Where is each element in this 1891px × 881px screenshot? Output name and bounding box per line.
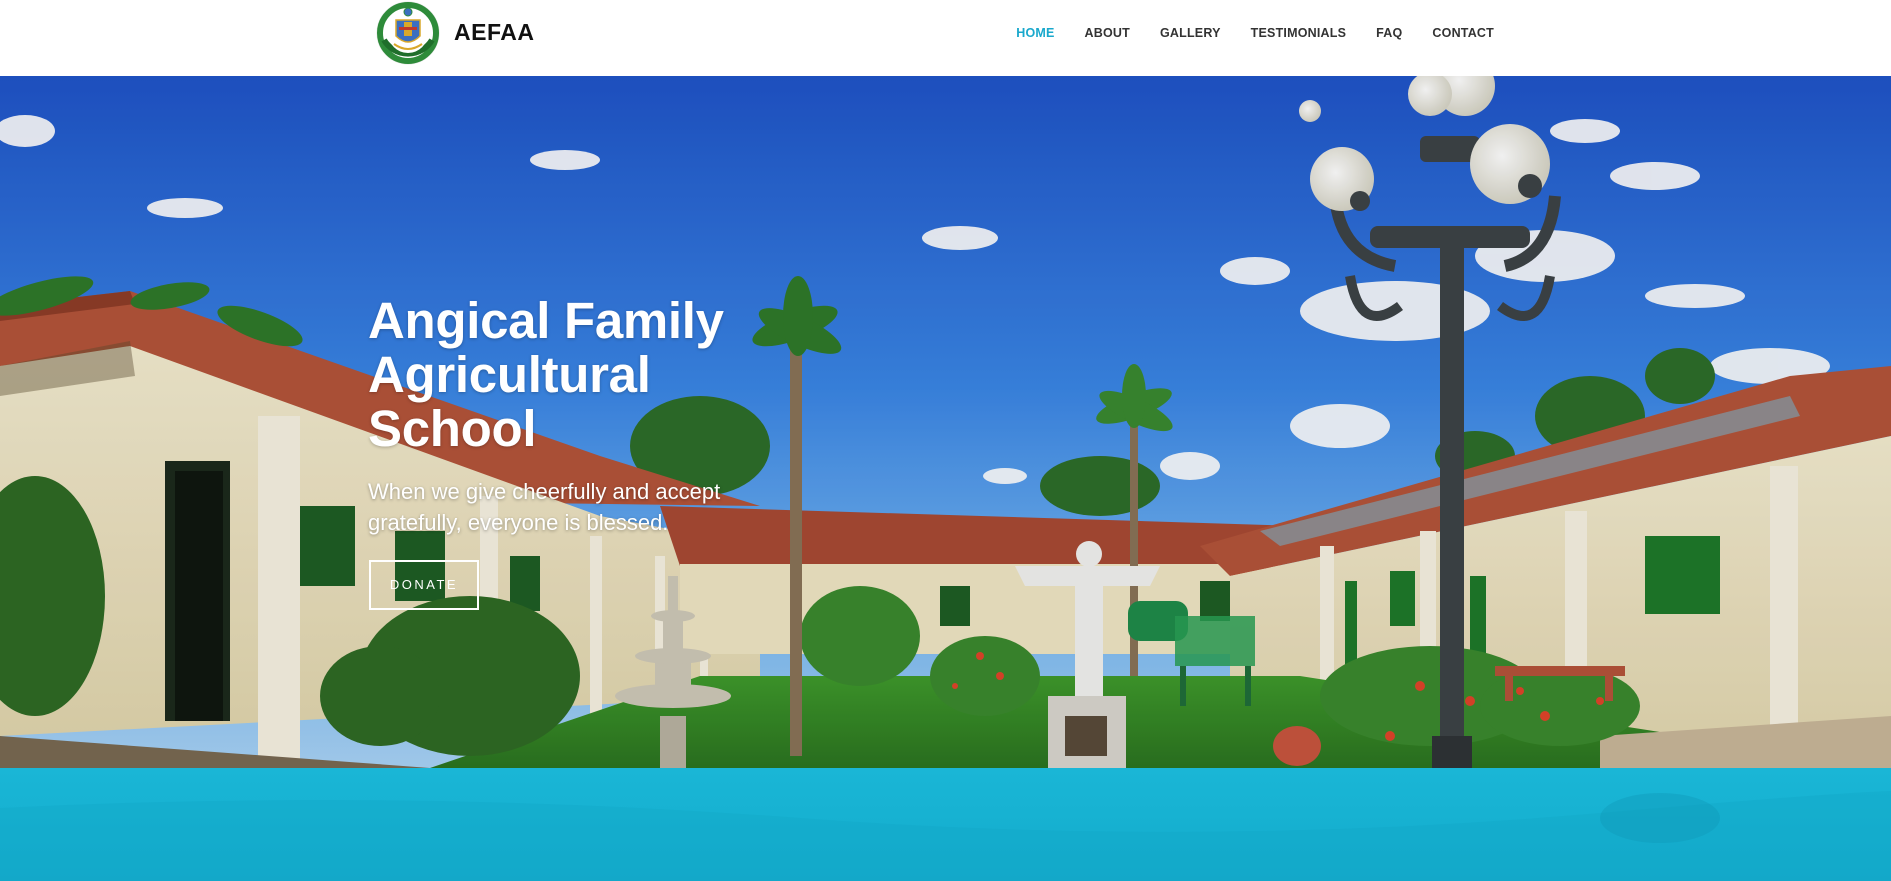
school-crest-logo-icon <box>376 1 440 65</box>
hero-section: Angical Family Agricultural School When … <box>0 76 1891 768</box>
hero-title-line-3: School <box>368 400 537 457</box>
brand-link[interactable]: AEFAA <box>374 0 534 66</box>
teal-section <box>0 768 1891 881</box>
main-nav: HOME ABOUT GALLERY TESTIMONIALS FAQ CONT… <box>986 26 1494 40</box>
hero-title-line-1: Angical Family <box>368 292 724 349</box>
nav-about[interactable]: ABOUT <box>1055 26 1130 40</box>
hero-title: Angical Family Agricultural School <box>368 294 788 456</box>
donate-button[interactable]: DONATE <box>369 560 479 610</box>
teal-background-pattern <box>0 790 1891 881</box>
nav-contact[interactable]: CONTACT <box>1402 26 1494 40</box>
brand-name: AEFAA <box>454 18 535 45</box>
school-courtyard-photo <box>0 76 1891 768</box>
nav-gallery[interactable]: GALLERY <box>1130 26 1221 40</box>
hero-content: Angical Family Agricultural School When … <box>368 294 788 610</box>
nav-faq[interactable]: FAQ <box>1346 26 1402 40</box>
site-header: AEFAA HOME ABOUT GALLERY TESTIMONIALS FA… <box>0 0 1891 76</box>
nav-home[interactable]: HOME <box>986 26 1054 40</box>
hero-subtitle: When we give cheerfully and accept grate… <box>368 479 721 535</box>
nav-testimonials[interactable]: TESTIMONIALS <box>1221 26 1346 40</box>
hero-title-line-2: Agricultural <box>368 346 651 403</box>
